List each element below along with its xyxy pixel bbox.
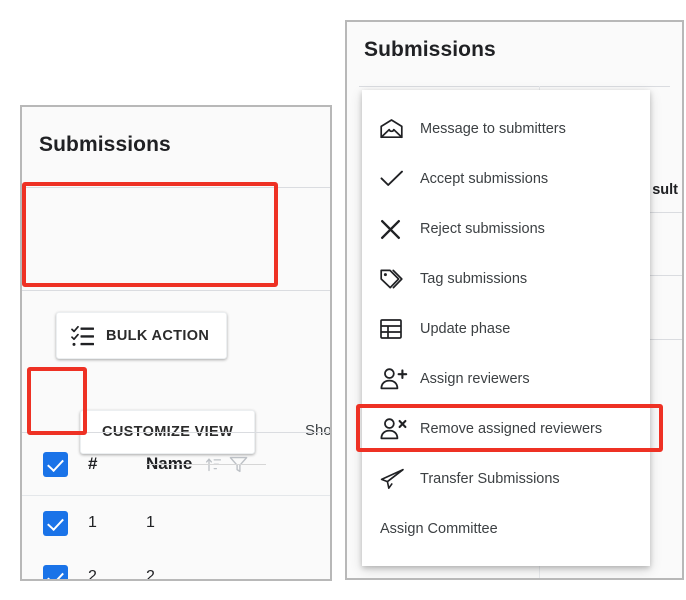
page-title: Submissions [364, 38, 496, 61]
column-header-name-cell[interactable]: Name [146, 454, 330, 474]
row-name: 1 [146, 514, 155, 531]
menu-item-label: Transfer Submissions [420, 471, 560, 487]
menu-item-message-to-submitters[interactable]: Message to submitters [362, 104, 650, 154]
header-checkbox-cell[interactable] [22, 451, 88, 477]
divider [359, 86, 670, 87]
select-all-checkbox[interactable] [42, 451, 68, 477]
divider [22, 187, 330, 188]
row-number: 2 [88, 568, 97, 581]
menu-item-assign-reviewers[interactable]: Assign reviewers [362, 354, 650, 404]
close-x-icon [380, 219, 420, 240]
table-row[interactable]: 1 1 [22, 496, 330, 550]
menu-item-transfer-submissions[interactable]: Transfer Submissions [362, 454, 650, 504]
tag-icon [380, 269, 420, 290]
menu-item-accept-submissions[interactable]: Accept submissions [362, 154, 650, 204]
table-row[interactable]: 2 2 [22, 550, 330, 581]
menu-item-remove-assigned-reviewers[interactable]: Remove assigned reviewers [362, 404, 650, 454]
row-name: 2 [146, 568, 155, 581]
menu-item-reject-submissions[interactable]: Reject submissions [362, 204, 650, 254]
row-checkbox-cell[interactable] [22, 510, 88, 536]
bulk-action-button[interactable]: BULK ACTION [56, 312, 228, 359]
check-icon [380, 170, 420, 188]
menu-item-label: Message to submitters [420, 121, 566, 137]
envelope-icon [380, 119, 420, 139]
menu-item-label: Reject submissions [420, 221, 545, 237]
menu-item-label: Tag submissions [420, 271, 528, 287]
submissions-list-panel: Submissions BULK ACTION CUSTOMIZE VIEW S… [20, 105, 332, 581]
person-remove-icon [380, 418, 420, 440]
row-select-checkbox[interactable] [42, 564, 68, 579]
row-select-checkbox[interactable] [42, 510, 68, 536]
submissions-table: # Name 1 1 2 2 [22, 433, 330, 581]
menu-item-label: Assign Committee [380, 521, 498, 537]
column-underline [146, 464, 266, 465]
column-header-number: # [88, 454, 98, 473]
table-header-row: # Name [22, 433, 330, 495]
table-grid-icon [380, 319, 420, 339]
person-add-icon [380, 368, 420, 390]
menu-item-label: Assign reviewers [420, 371, 530, 387]
playlist-add-check-icon [71, 325, 95, 347]
divider [22, 290, 330, 291]
bulk-action-dropdown-menu: Message to submitters Accept submissions… [362, 90, 650, 566]
row-number: 1 [88, 514, 97, 531]
menu-item-assign-committee[interactable]: Assign Committee [362, 504, 650, 554]
menu-item-update-phase[interactable]: Update phase [362, 304, 650, 354]
bulk-action-menu-panel: Submissions sult Message to submitters A [345, 20, 684, 580]
page-title: Submissions [39, 133, 171, 156]
menu-item-label: Accept submissions [420, 171, 549, 187]
paper-plane-icon [380, 468, 420, 490]
menu-item-tag-submissions[interactable]: Tag submissions [362, 254, 650, 304]
row-checkbox-cell[interactable] [22, 564, 88, 579]
bulk-action-button-label: BULK ACTION [106, 327, 210, 344]
menu-item-label: Update phase [420, 321, 511, 337]
menu-item-label: Remove assigned reviewers [420, 421, 603, 437]
result-partial-label: sult [652, 182, 678, 198]
